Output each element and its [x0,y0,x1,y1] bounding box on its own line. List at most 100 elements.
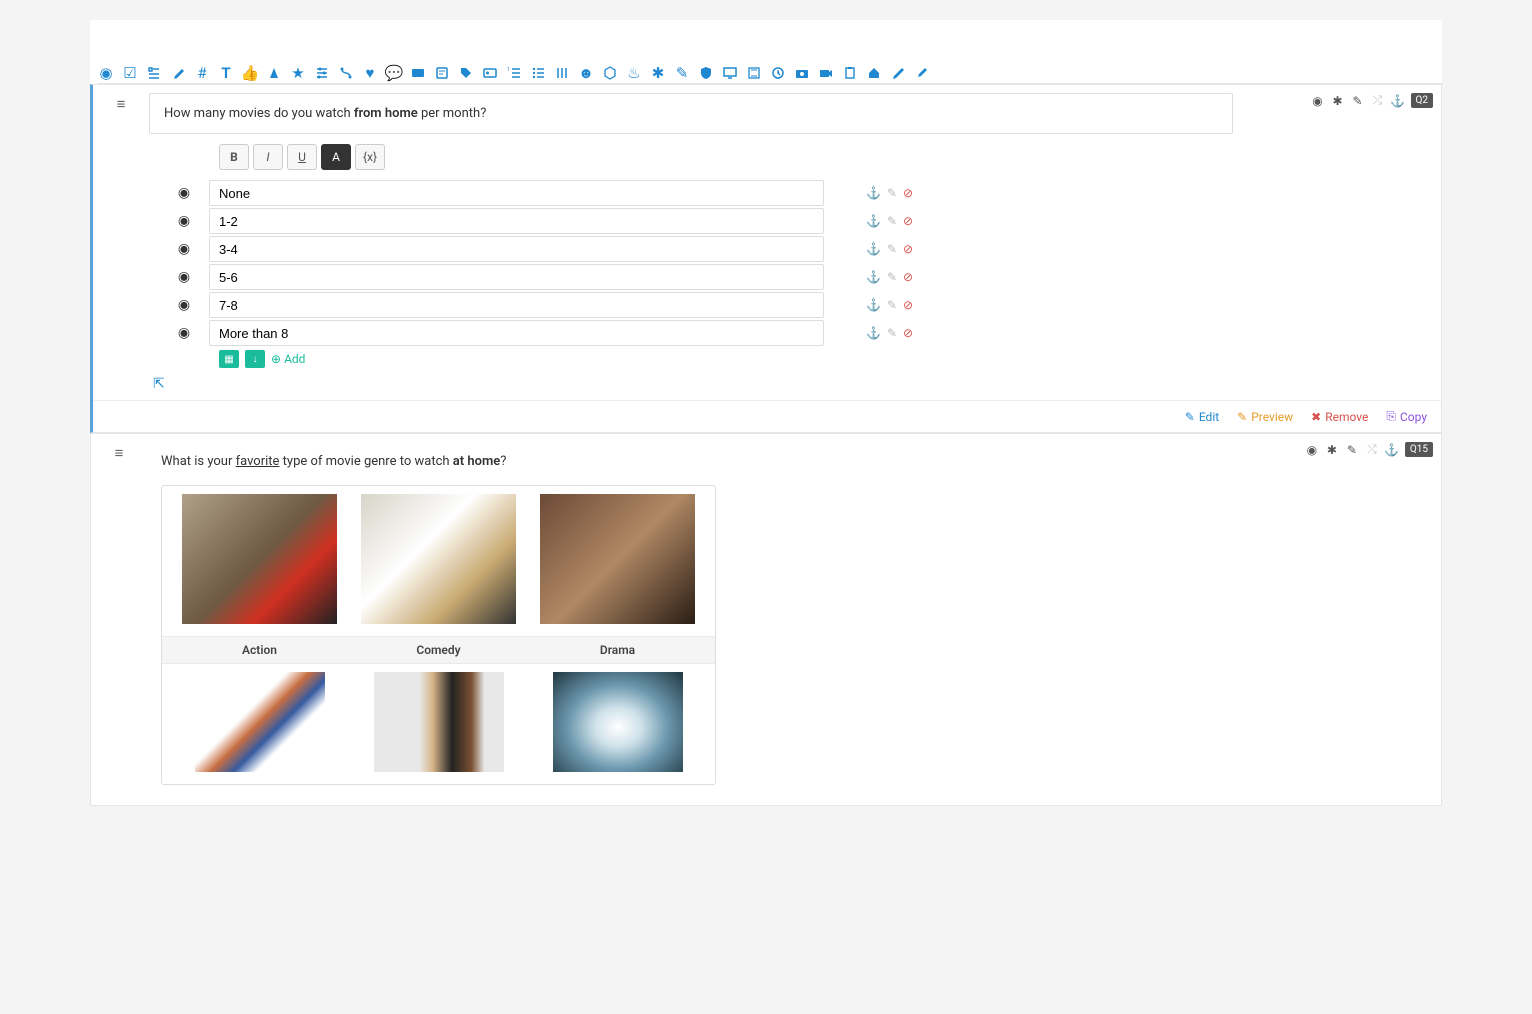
genre-image-action[interactable] [182,494,337,624]
desktop-icon[interactable] [722,65,738,81]
option-input[interactable] [209,320,824,346]
wand-icon[interactable]: ✎ [1351,94,1365,108]
option-row: ◉ ⚓ ✎ ⊘ [149,320,1433,346]
q15-mid: type of movie genre to watch [279,454,452,469]
heart-icon[interactable]: ♥ [362,65,378,81]
genre-image-scifi[interactable] [553,672,683,772]
drag-handle[interactable]: ≡ [91,434,147,805]
required-icon[interactable]: ✱ [1325,443,1339,457]
underline-button[interactable]: U [287,144,317,170]
shield-icon[interactable] [698,65,714,81]
id-icon[interactable] [482,65,498,81]
genre-image-family[interactable] [195,672,325,772]
edit-button[interactable]: ✎ Edit [1185,409,1219,424]
star-icon[interactable]: ★ [290,65,306,81]
asterisk-icon[interactable]: ✱ [650,65,666,81]
variable-button[interactable]: {x} [355,144,385,170]
genre-image-horror[interactable] [374,672,504,772]
smile-icon[interactable]: ☻ [578,65,594,81]
question-id-badge: Q2 [1411,93,1434,108]
shuffle-icon[interactable]: ⤭ [1365,443,1379,457]
video-icon[interactable] [818,65,834,81]
paste-options-button[interactable]: ▦ [219,350,239,368]
wand-icon[interactable]: ✎ [1345,443,1359,457]
option-delete-icon[interactable]: ⊘ [903,270,913,284]
italic-button[interactable]: I [253,144,283,170]
required-icon[interactable]: ✱ [1331,94,1345,108]
radio-type-icon[interactable]: ◉ [1305,443,1319,457]
expand-icon[interactable]: ⇱ [153,376,1433,392]
option-edit-icon[interactable]: ✎ [887,242,897,256]
option-input[interactable] [209,208,824,234]
money-icon[interactable] [266,65,282,81]
option-delete-icon[interactable]: ⊘ [903,326,913,340]
card-icon[interactable] [410,65,426,81]
dropper-icon[interactable] [170,65,186,81]
bgcolor-button[interactable]: A [321,144,351,170]
remove-button[interactable]: ✖ Remove [1311,409,1368,424]
import-options-button[interactable]: ↓ [245,350,265,368]
option-delete-icon[interactable]: ⊘ [903,298,913,312]
brush-icon[interactable] [914,65,930,81]
radio-type-icon[interactable]: ◉ [1311,94,1325,108]
genre-image-comedy[interactable] [361,494,516,624]
option-edit-icon[interactable]: ✎ [887,186,897,200]
option-delete-icon[interactable]: ⊘ [903,186,913,200]
list-ul-icon[interactable] [530,65,546,81]
drag-handle[interactable]: ≡ [93,85,149,400]
clock-icon[interactable] [770,65,786,81]
camera-icon[interactable] [794,65,810,81]
option-anchor-icon[interactable]: ⚓ [866,214,881,228]
copy-button[interactable]: ⎘ Copy [1386,409,1427,424]
text-icon[interactable]: T [218,65,234,81]
home-icon[interactable] [866,65,882,81]
option-input[interactable] [209,264,824,290]
edit-label: Edit [1199,410,1219,424]
preview-button[interactable]: ✎ Preview [1237,409,1293,424]
option-delete-icon[interactable]: ⊘ [903,242,913,256]
genre-image-drama[interactable] [540,494,695,624]
option-input[interactable] [209,180,824,206]
option-radio-icon: ◉ [169,297,199,313]
clipboard-icon[interactable] [842,65,858,81]
option-input[interactable] [209,292,824,318]
option-actions: ⚓ ✎ ⊘ [866,186,913,200]
option-edit-icon[interactable]: ✎ [887,298,897,312]
bold-button[interactable]: B [219,144,249,170]
route-icon[interactable] [338,65,354,81]
option-anchor-icon[interactable]: ⚓ [866,242,881,256]
anchor-icon[interactable]: ⚓ [1391,94,1405,108]
anchor-icon[interactable]: ⚓ [1385,443,1399,457]
thumbs-up-icon[interactable]: 👍 [242,65,258,81]
cube-icon[interactable] [602,65,618,81]
list-icon[interactable] [146,65,162,81]
tag-icon[interactable] [458,65,474,81]
hourglass-icon[interactable] [746,65,762,81]
paint-icon[interactable] [890,65,906,81]
option-anchor-icon[interactable]: ⚓ [866,186,881,200]
comment-icon[interactable]: 💬 [386,65,402,81]
option-anchor-icon[interactable]: ⚓ [866,270,881,284]
svg-text:1: 1 [507,67,510,73]
option-anchor-icon[interactable]: ⚓ [866,298,881,312]
option-edit-icon[interactable]: ✎ [887,214,897,228]
radio-icon[interactable]: ◉ [98,65,114,81]
option-delete-icon[interactable]: ⊘ [903,214,913,228]
option-edit-icon[interactable]: ✎ [887,326,897,340]
option-anchor-icon[interactable]: ⚓ [866,326,881,340]
question-text-input[interactable]: How many movies do you watch from home p… [149,93,1233,134]
pencil-icon[interactable]: ✎ [674,65,690,81]
sliders-icon[interactable] [314,65,330,81]
checkbox-icon[interactable]: ☑ [122,65,138,81]
shuffle-icon[interactable]: ⤭ [1371,94,1385,108]
columns-icon[interactable] [554,65,570,81]
option-input[interactable] [209,236,824,262]
add-option-link[interactable]: ⊕ Add [271,352,305,366]
option-actions: ⚓ ✎ ⊘ [866,326,913,340]
list-ol-icon[interactable]: 1 [506,65,522,81]
question-text[interactable]: What is your favorite type of movie genr… [161,454,1219,469]
option-edit-icon[interactable]: ✎ [887,270,897,284]
grid-icon[interactable]: # [194,65,210,81]
note-icon[interactable] [434,65,450,81]
fire-icon[interactable]: ♨ [626,65,642,81]
